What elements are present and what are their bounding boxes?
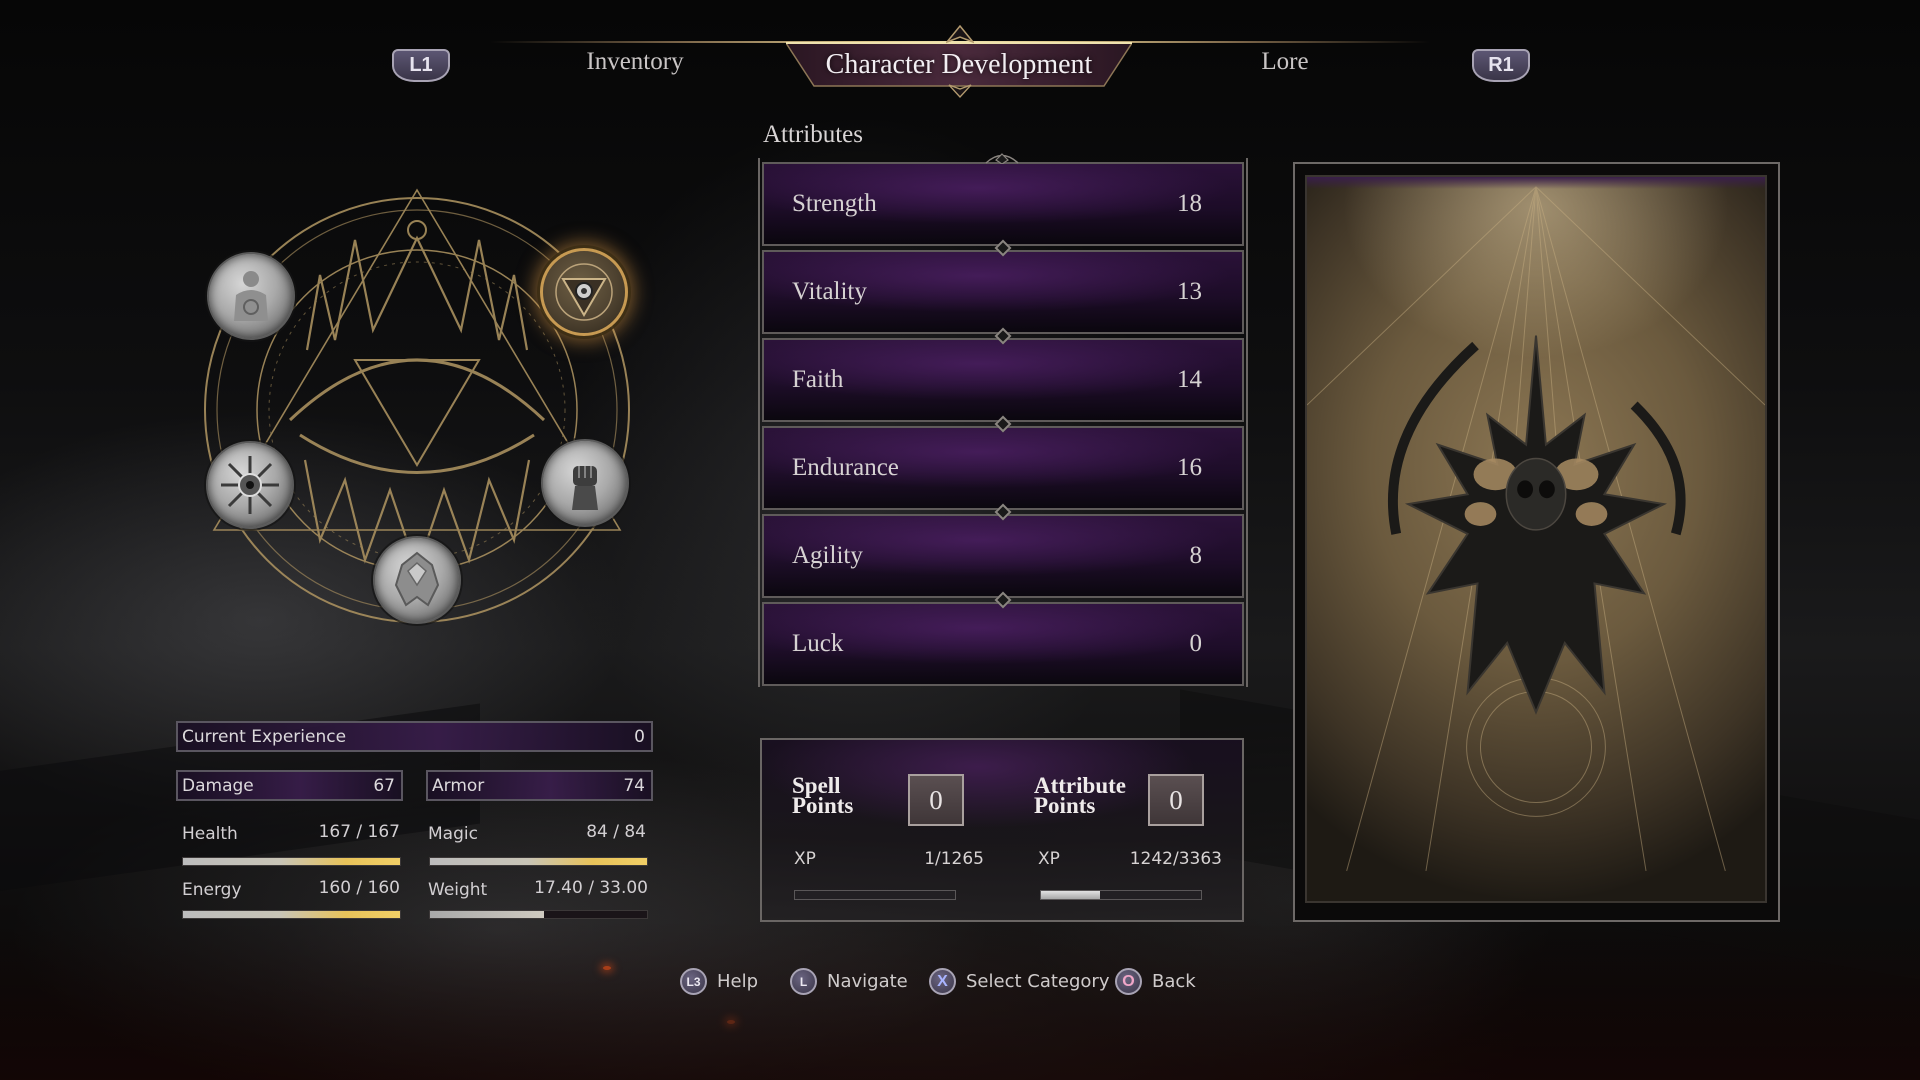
starburst-icon (221, 456, 279, 514)
magic-label: Magic (428, 824, 478, 844)
energy-bar-fill (183, 911, 400, 918)
weight-bar (429, 910, 648, 919)
bottom-vignette (0, 920, 1920, 1080)
fist-icon (572, 466, 598, 510)
health-value: 167 / 167 (318, 822, 400, 842)
attribute-xp-label: XP (1038, 849, 1060, 869)
attribute-value: 18 (1177, 190, 1202, 217)
hint-select-category[interactable]: X Select Category (929, 968, 1109, 995)
breastplate-icon (394, 551, 440, 607)
attributes-ornament-top (985, 153, 1019, 164)
attribute-value: 8 (1189, 542, 1203, 569)
attribute-name: Endurance (792, 454, 899, 481)
spell-points-label: Spell Points (792, 774, 854, 818)
spell-xp-value: 1/1265 (924, 849, 984, 869)
l1-button[interactable]: L1 (392, 49, 450, 82)
attribute-value: 13 (1177, 278, 1202, 305)
attribute-row-faith[interactable]: Faith 14 (762, 338, 1244, 422)
attribute-xp-bar (1040, 890, 1202, 900)
attribute-row-endurance[interactable]: Endurance 16 (762, 426, 1244, 510)
energy-label: Energy (182, 880, 242, 900)
tab-ornament-top (946, 25, 974, 44)
attribute-name: Vitality (792, 278, 867, 305)
body-medallion[interactable] (207, 252, 295, 340)
magic-bar (429, 857, 648, 866)
attribute-xp-bar-fill (1041, 891, 1101, 899)
energy-value: 160 / 160 (318, 878, 400, 898)
crowned-skull-illustration (1307, 186, 1765, 872)
health-bar (182, 857, 401, 866)
l3-button-icon: L3 (680, 968, 707, 995)
fist-medallion[interactable] (541, 439, 629, 527)
attribute-row-luck[interactable]: Luck 0 (762, 602, 1244, 686)
attribute-value: 16 (1177, 454, 1202, 481)
hint-label: Select Category (966, 971, 1110, 992)
eye-sigil-medallion[interactable] (540, 248, 628, 336)
attribute-value: 0 (1189, 630, 1203, 657)
current-experience-box: Current Experience 0 (176, 721, 653, 752)
left-stick-icon: L (790, 968, 817, 995)
hint-navigate[interactable]: L Navigate (790, 968, 908, 995)
skull (1505, 457, 1567, 531)
spell-xp-bar (794, 890, 956, 900)
magic-value: 84 / 84 (586, 822, 646, 842)
armor-box: Armor 74 (426, 770, 653, 801)
energy-bar (182, 910, 401, 919)
attribute-row-strength[interactable]: Strength 18 (762, 162, 1244, 246)
sigil-crown (305, 235, 529, 351)
hint-label: Back (1152, 971, 1196, 992)
spell-points-value: 0 (908, 774, 964, 826)
armor-value: 74 (623, 775, 645, 796)
health-bar-fill (183, 858, 400, 865)
attribute-name: Luck (792, 630, 844, 657)
attribute-name: Faith (792, 366, 844, 393)
tab-lore[interactable]: Lore (1220, 48, 1350, 76)
spell-points-label-line2: Points (792, 793, 854, 818)
tab-label: Character Development (825, 49, 1093, 80)
cross-button-icon: X (929, 968, 956, 995)
hint-label: Help (717, 971, 759, 992)
damage-label: Damage (182, 775, 254, 796)
hint-label: Navigate (827, 971, 908, 992)
damage-box: Damage 67 (176, 770, 403, 801)
armor-medallion[interactable] (373, 536, 461, 624)
weight-value: 17.40 / 33.00 (534, 878, 648, 898)
hint-back[interactable]: O Back (1115, 968, 1196, 995)
attribute-card-art (1305, 175, 1767, 903)
damage-value: 67 (373, 775, 395, 796)
attribute-name: Strength (792, 190, 877, 217)
circle-button-icon: O (1115, 968, 1142, 995)
attribute-points-label-line2: Points (1034, 793, 1096, 818)
weight-label: Weight (428, 880, 488, 900)
r1-button[interactable]: R1 (1472, 49, 1530, 82)
attributes-heading: Attributes (763, 121, 863, 148)
current-experience-label: Current Experience (182, 726, 347, 747)
burst-medallion[interactable] (206, 441, 294, 529)
attribute-value: 14 (1177, 366, 1202, 393)
armor-label: Armor (432, 775, 485, 796)
current-experience-value: 0 (634, 726, 645, 747)
tab-ornament-bottom (948, 84, 972, 98)
figure-icon (234, 271, 268, 321)
tab-inventory[interactable]: Inventory (560, 48, 710, 76)
attribute-xp-value: 1242/3363 (1129, 849, 1222, 869)
points-panel: Spell Points 0 Attribute Points 0 XP 1/1… (760, 738, 1244, 922)
health-label: Health (182, 824, 238, 844)
weight-bar-fill (430, 911, 545, 918)
attribute-points-value: 0 (1148, 774, 1204, 826)
attribute-row-vitality[interactable]: Vitality 13 (762, 250, 1244, 334)
attribute-points-label: Attribute Points (1034, 774, 1126, 818)
attribute-row-agility[interactable]: Agility 8 (762, 514, 1244, 598)
magic-bar-fill (430, 858, 647, 865)
attribute-name: Agility (792, 542, 863, 569)
eye-triangle-icon (555, 263, 613, 321)
spell-xp-label: XP (794, 849, 816, 869)
tab-character-development[interactable]: Character Development (786, 42, 1132, 87)
hint-help[interactable]: L3 Help (680, 968, 758, 995)
